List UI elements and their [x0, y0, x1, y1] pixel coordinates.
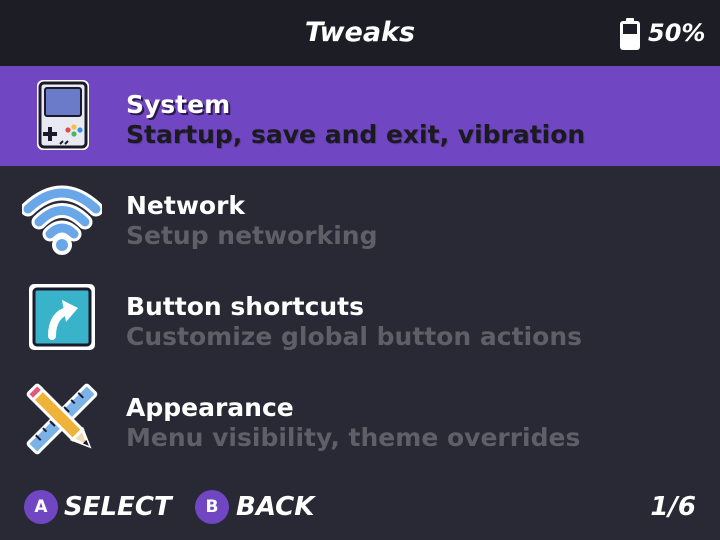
handheld-console-icon [37, 80, 89, 150]
footer-bar: A SELECT B BACK 1/6 [0, 476, 720, 540]
page-title: Tweaks [304, 17, 416, 48]
menu-item-subtitle: Customize global button actions [126, 322, 582, 351]
shortcut-arrow-icon [29, 284, 95, 350]
menu-item-subtitle: Menu visibility, theme overrides [126, 423, 581, 452]
battery-percentage: 50% [648, 19, 706, 47]
wifi-icon [22, 185, 102, 255]
page-indicator: 1/6 [650, 492, 696, 522]
header-bar: Tweaks 50% [0, 0, 720, 66]
a-button-icon[interactable]: A [24, 490, 58, 524]
menu-item-subtitle: Setup networking [126, 221, 378, 250]
menu-item-button-shortcuts[interactable]: Button shortcuts Customize global button… [0, 268, 720, 368]
battery-icon [620, 18, 640, 50]
menu-item-appearance[interactable]: Appearance Menu visibility, theme overri… [0, 369, 720, 469]
menu-item-subtitle: Startup, save and exit, vibration [126, 120, 586, 149]
menu-item-title: Appearance [126, 393, 294, 422]
menu-item-title: Button shortcuts [126, 292, 365, 321]
menu-item-title: Network [126, 191, 246, 220]
menu-item-system[interactable]: System Startup, save and exit, vibration [0, 66, 720, 166]
pencil-ruler-icon [26, 383, 98, 455]
menu-item-network[interactable]: Network Setup networking [0, 167, 720, 267]
back-button[interactable]: BACK [236, 490, 314, 524]
b-button-icon[interactable]: B [195, 490, 229, 524]
menu-item-title: System [126, 90, 231, 119]
select-button[interactable]: SELECT [64, 490, 172, 524]
